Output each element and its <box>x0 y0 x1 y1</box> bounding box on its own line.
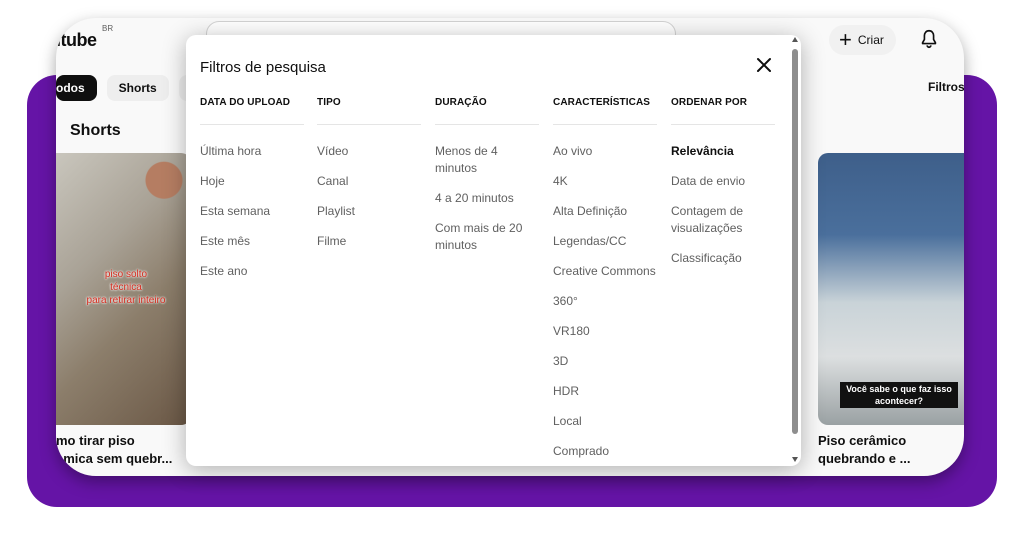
filter-option[interactable]: Canal <box>317 173 421 190</box>
filter-option[interactable]: Com mais de 20 minutos <box>435 220 539 254</box>
filter-option[interactable]: Creative Commons <box>553 263 657 280</box>
filter-option[interactable]: VR180 <box>553 323 657 340</box>
filter-option[interactable]: Vídeo <box>317 143 421 160</box>
filter-option[interactable]: Classificação <box>671 250 775 267</box>
filter-option[interactable]: Menos de 4 minutos <box>435 143 539 177</box>
close-icon[interactable] <box>754 55 774 75</box>
short-thumbnail-right[interactable]: Você sabe o que faz isso acontecer? <box>818 153 964 425</box>
filter-option[interactable]: Este mês <box>200 233 304 250</box>
logo-region-code: BR <box>102 24 114 33</box>
column-heading: CARACTERÍSTICAS <box>553 97 657 125</box>
column-heading: DATA DO UPLOAD <box>200 97 304 125</box>
filter-option[interactable]: Hoje <box>200 173 304 190</box>
chip-all[interactable]: odos <box>56 75 97 101</box>
dialog-scrollbar[interactable] <box>789 35 801 466</box>
scroll-up-arrow-icon[interactable] <box>792 37 798 42</box>
search-filters-dialog: Filtros de pesquisa DATA DO UPLOAD Últim… <box>186 35 801 466</box>
filter-option[interactable]: Legendas/CC <box>553 233 657 250</box>
filter-option[interactable]: 4K <box>553 173 657 190</box>
filter-column-duration: DURAÇÃO Menos de 4 minutos 4 a 20 minuto… <box>435 97 539 267</box>
filter-option[interactable]: Última hora <box>200 143 304 160</box>
dialog-title: Filtros de pesquisa <box>200 59 326 76</box>
plus-icon: + <box>839 27 852 52</box>
create-button[interactable]: + Criar <box>829 25 896 55</box>
create-button-label: Criar <box>857 33 884 47</box>
thumbnail-caption: piso solto técnica para retirar inteiro <box>86 269 166 306</box>
short-title-line: mo tirar piso <box>56 433 135 448</box>
filter-option[interactable]: 3D <box>553 353 657 370</box>
filter-option[interactable]: Playlist <box>317 203 421 220</box>
filters-button[interactable]: Filtros <box>928 80 964 94</box>
filter-option[interactable]: 360° <box>553 293 657 310</box>
filter-column-sort-by: ORDENAR POR Relevância Data de envio Con… <box>671 97 775 280</box>
short-title-line: Piso cerâmico <box>818 433 907 448</box>
filter-option[interactable]: Filme <box>317 233 421 250</box>
short-thumbnail-left[interactable]: piso solto técnica para retirar inteiro <box>56 153 191 425</box>
filter-option[interactable]: Local <box>553 413 657 430</box>
youtube-logo[interactable]: ıtube <box>56 30 97 51</box>
filter-column-upload-date: DATA DO UPLOAD Última hora Hoje Esta sem… <box>200 97 304 293</box>
shorts-section-title: Shorts <box>70 122 121 139</box>
short-title-line: quebrando e ... <box>818 451 911 466</box>
scroll-down-arrow-icon[interactable] <box>792 457 798 462</box>
short-title-left[interactable]: mo tirar piso amica sem quebr... <box>56 432 186 468</box>
filter-option[interactable]: 4 a 20 minutos <box>435 190 539 207</box>
filter-option[interactable]: Ao vivo <box>553 143 657 160</box>
sort-option-selected[interactable]: Relevância <box>671 143 775 160</box>
filter-column-type: TIPO Vídeo Canal Playlist Filme <box>317 97 421 263</box>
scrollbar-thumb[interactable] <box>792 49 798 434</box>
bell-icon[interactable] <box>918 28 940 50</box>
filter-column-features: CARACTERÍSTICAS Ao vivo 4K Alta Definiçã… <box>553 97 657 466</box>
chip-shorts[interactable]: Shorts <box>106 75 169 101</box>
column-heading: TIPO <box>317 97 421 125</box>
column-heading: DURAÇÃO <box>435 97 539 125</box>
filter-option[interactable]: Alta Definição <box>553 203 657 220</box>
filter-option[interactable]: Comprado <box>553 443 657 460</box>
filter-option[interactable]: HDR <box>553 383 657 400</box>
filter-option[interactable]: Contagem de visualizações <box>671 203 775 237</box>
short-title-line: amica sem quebr... <box>56 451 173 466</box>
filter-option[interactable]: Data de envio <box>671 173 775 190</box>
filter-option[interactable]: Este ano <box>200 263 304 280</box>
short-title-right[interactable]: Piso cerâmico quebrando e ... <box>818 432 958 468</box>
filter-option[interactable]: Esta semana <box>200 203 304 220</box>
column-heading: ORDENAR POR <box>671 97 775 125</box>
thumbnail-caption: Você sabe o que faz isso acontecer? <box>840 382 958 408</box>
